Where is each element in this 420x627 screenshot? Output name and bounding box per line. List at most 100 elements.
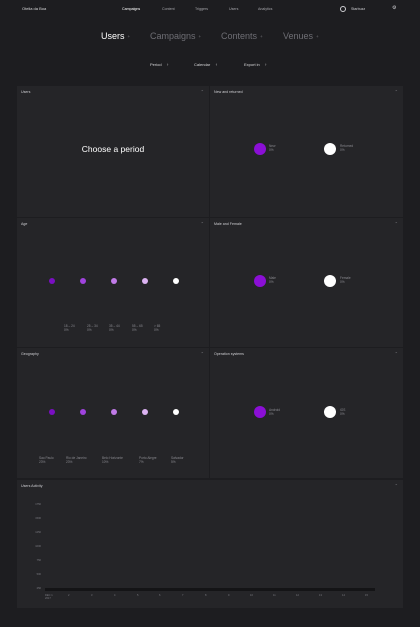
legend-item: Belo Horizonte 10% — [102, 456, 123, 464]
arrow-up-icon: ↑ — [215, 62, 218, 67]
age-dot — [173, 278, 179, 284]
card-title: Users — [21, 90, 31, 94]
period-button[interactable]: Period ↑ — [150, 62, 169, 67]
tab-venues[interactable]: Venues + — [283, 31, 319, 41]
os-card: Operation systems ⌃ Android 0% iOS 0% — [210, 348, 403, 479]
age-card: Age ⌃ 18 – 24 0% 25 – 34 0% 35 – 44 0% 55 –… — [17, 218, 209, 348]
arrow-up-icon: ↑ — [166, 62, 169, 67]
tab-campaigns[interactable]: Campaigns + — [150, 31, 201, 41]
legend-item: Salvador 5% — [171, 456, 184, 464]
legend-item: 35 – 44 0% — [109, 324, 120, 332]
collapse-icon[interactable]: ⌃ — [395, 221, 398, 226]
nav-analytics[interactable]: Analytics — [258, 7, 272, 11]
profile-menu[interactable]: Starbuzz — [340, 6, 365, 12]
geo-dot — [111, 409, 117, 415]
plus-icon[interactable]: + — [260, 34, 263, 39]
collapse-icon[interactable]: ⌃ — [201, 351, 204, 356]
age-dot — [49, 278, 55, 284]
arrow-up-icon: ↑ — [264, 62, 267, 67]
nav-campaigns[interactable]: Campaigns — [122, 7, 140, 11]
choose-period-message: Choose a period — [81, 144, 145, 154]
age-dot — [80, 278, 86, 284]
x-tick-label: 11 — [273, 594, 276, 597]
users-activity-card: Users Activity ⌃ 1750 1500 1250 1000 750… — [17, 480, 403, 609]
x-tick-label: 3 — [91, 594, 93, 597]
age-dot — [111, 278, 117, 284]
card-title: New and returned — [214, 90, 243, 94]
age-dot — [142, 278, 148, 284]
legend-item: Male 0% — [269, 276, 276, 284]
legend-dot — [324, 143, 336, 155]
card-title: Male and Female — [214, 222, 242, 226]
card-title: Operation systems — [214, 352, 244, 356]
card-title: Geography — [21, 352, 39, 356]
legend-item: New 0% — [269, 144, 276, 152]
users-card: Users ⌃ Choose a period — [17, 86, 209, 218]
card-title: Age — [21, 222, 28, 226]
x-tick-label: 6 — [159, 594, 161, 597]
legend-item: > 65 0% — [154, 324, 161, 332]
x-tick-label: 5 — [137, 594, 139, 597]
x-tick-label: DEC 1 2017 — [45, 594, 53, 600]
x-tick-label: 2 — [68, 594, 70, 597]
plus-icon[interactable]: + — [128, 34, 131, 39]
x-tick-label: 8 — [205, 594, 207, 597]
card-title: Users Activity — [21, 484, 43, 488]
nav-triggers[interactable]: Triggers — [195, 7, 208, 11]
legend-item: Rio de Janeiro 23% — [66, 456, 87, 464]
y-tick-label: 1250 — [35, 531, 41, 534]
legend-item: Porto Alegre 7% — [139, 456, 157, 464]
profile-name: Starbuzz — [351, 6, 366, 11]
calendar-button[interactable]: Calendar ↑ — [194, 62, 217, 67]
geo-dot — [173, 409, 179, 415]
y-tick-label: 1500 — [35, 517, 41, 520]
y-tick-label: 1000 — [35, 545, 41, 548]
tab-contents[interactable]: Contents + — [221, 31, 263, 41]
geography-card: Geography ⌃ Sao Paulo 23% Rio de Janeiro 2… — [17, 348, 209, 479]
nav-content[interactable]: Content — [162, 7, 175, 11]
x-axis-line — [45, 588, 375, 591]
x-tick-label: 13 — [319, 594, 322, 597]
gear-icon[interactable]: ⚙ — [392, 5, 396, 11]
nav-users[interactable]: Users — [229, 7, 238, 11]
legend-dot — [254, 275, 266, 287]
legend-dot — [324, 406, 336, 418]
top-bar: Otelia da Boa Campaigns Content Triggers… — [0, 0, 420, 18]
legend-item: Android 0% — [269, 408, 280, 416]
plus-icon[interactable]: + — [316, 34, 319, 39]
legend-item: iOS 0% — [340, 408, 346, 416]
geo-dot — [49, 409, 55, 415]
x-tick-label: 14 — [342, 594, 345, 597]
legend-item: 55 – 65 0% — [132, 324, 143, 332]
brand-name[interactable]: Otelia da Boa — [22, 6, 46, 11]
y-tick-label: 500 — [36, 573, 41, 576]
geo-dot — [80, 409, 86, 415]
legend-item: Female 0% — [340, 276, 351, 284]
legend-dot — [254, 143, 266, 155]
legend-dot — [254, 406, 266, 418]
export-button[interactable]: Export in ↑ — [244, 62, 267, 67]
legend-item: Returned 0% — [340, 144, 354, 152]
collapse-icon[interactable]: ⌃ — [395, 89, 398, 94]
user-icon — [340, 6, 346, 12]
collapse-icon[interactable]: ⌃ — [395, 483, 398, 488]
x-tick-label: 9 — [228, 594, 230, 597]
y-tick-label: 1750 — [35, 503, 41, 506]
legend-item: 18 – 24 0% — [64, 324, 75, 332]
x-tick-label: 12 — [296, 594, 299, 597]
collapse-icon[interactable]: ⌃ — [201, 89, 204, 94]
x-tick-label: 7 — [182, 594, 184, 597]
tab-users[interactable]: Users + — [101, 31, 130, 41]
collapse-icon[interactable]: ⌃ — [395, 351, 398, 356]
collapse-icon[interactable]: ⌃ — [201, 221, 204, 226]
x-tick-label: 4 — [114, 594, 116, 597]
new-returned-card: New and returned ⌃ New 0% Returned 0% — [210, 86, 403, 218]
geo-dot — [142, 409, 148, 415]
y-tick-label: 750 — [36, 559, 41, 562]
legend-item: 25 – 34 0% — [87, 324, 98, 332]
legend-item: Sao Paulo 23% — [39, 456, 54, 464]
y-tick-label: 250 — [36, 587, 41, 590]
plus-icon[interactable]: + — [199, 34, 202, 39]
x-tick-label: 15 — [365, 594, 368, 597]
legend-dot — [324, 275, 336, 287]
